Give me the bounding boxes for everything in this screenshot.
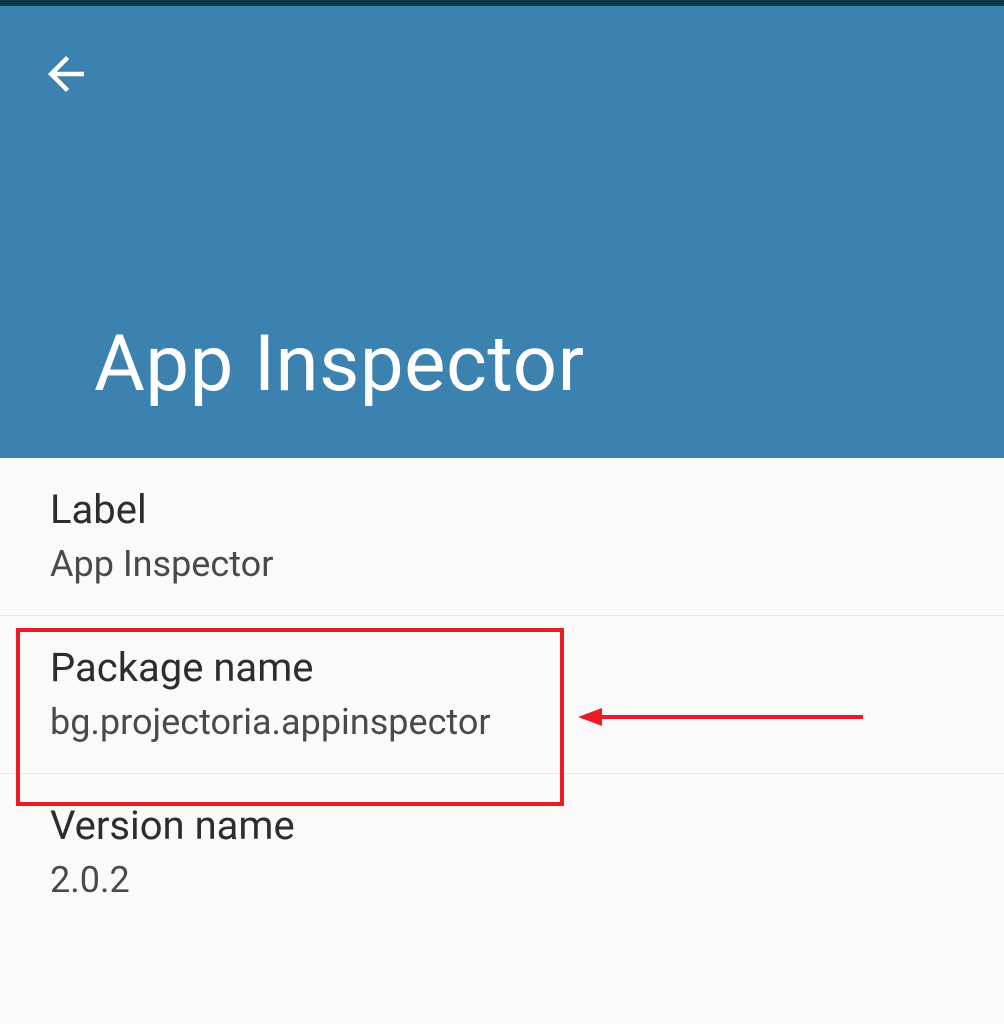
row-title: Label (50, 486, 954, 533)
row-title: Package name (50, 644, 954, 691)
row-value: App Inspector (50, 543, 954, 585)
arrow-back-icon (39, 47, 93, 105)
row-version-name[interactable]: Version name 2.0.2 (0, 774, 1004, 931)
page-title: App Inspector (94, 319, 585, 410)
app-bar: App Inspector (0, 6, 1004, 458)
back-button[interactable] (34, 44, 98, 108)
row-title: Version name (50, 802, 954, 849)
row-value: 2.0.2 (50, 859, 954, 901)
details-list: Label App Inspector Package name bg.proj… (0, 458, 1004, 931)
row-value: bg.projectoria.appinspector (50, 701, 954, 743)
row-label[interactable]: Label App Inspector (0, 458, 1004, 616)
row-package-name[interactable]: Package name bg.projectoria.appinspector (0, 616, 1004, 774)
